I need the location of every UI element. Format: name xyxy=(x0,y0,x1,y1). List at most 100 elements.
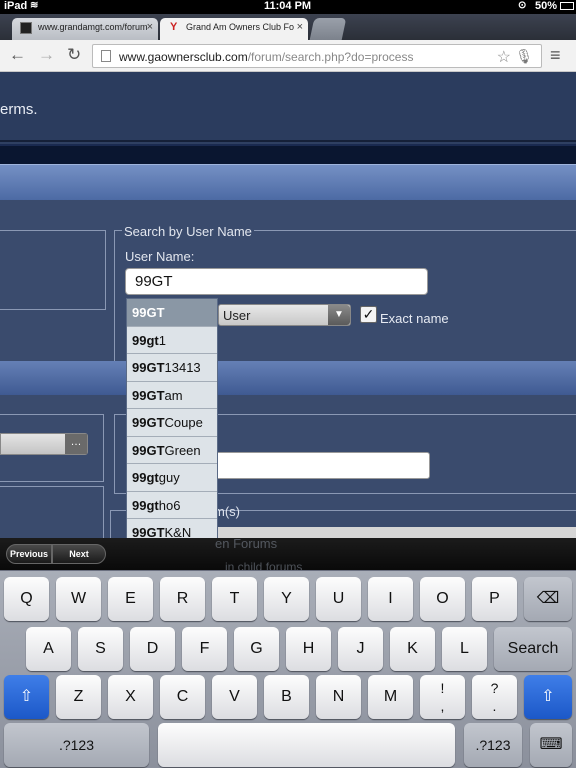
tab-gaownersclub[interactable]: Y Grand Am Owners Club Fo × xyxy=(160,18,308,40)
autocomplete-item[interactable]: 99GTCoupe xyxy=(127,409,217,437)
key-c[interactable]: C xyxy=(160,675,205,719)
key-r[interactable]: R xyxy=(160,577,205,621)
fieldset-left-3 xyxy=(0,486,104,538)
close-tab-icon[interactable]: × xyxy=(297,21,303,33)
shift-key-right[interactable]: ⇧ xyxy=(524,675,572,719)
user-type-select[interactable]: User ▼ xyxy=(218,304,351,326)
key-f[interactable]: F xyxy=(182,627,227,671)
shift-icon: ⇧ xyxy=(541,688,555,705)
fieldset-left xyxy=(0,230,106,310)
key-y[interactable]: Y xyxy=(264,577,309,621)
url-path: /forum/search.php?do=process xyxy=(247,50,414,64)
on-screen-keyboard: Q W E R T Y U I O P ⌫ A S D F G H J K L … xyxy=(0,570,576,768)
more-icon: … xyxy=(65,434,87,454)
page-icon xyxy=(101,50,111,62)
user-name-input[interactable]: 99GT xyxy=(125,268,428,295)
exact-name-label: Exact name xyxy=(380,311,449,326)
search-key[interactable]: Search xyxy=(494,627,572,671)
key-question-period[interactable]: ? . xyxy=(472,675,517,719)
device-name: iPad xyxy=(4,0,28,12)
page-banner: erms. xyxy=(0,72,576,142)
battery-percent: 50% xyxy=(535,0,558,12)
autocomplete-item[interactable]: 99gt1 xyxy=(127,327,217,354)
key-u[interactable]: U xyxy=(316,577,361,621)
search-by-user-legend: Search by User Name xyxy=(122,224,254,239)
status-bar: iPad ≋ 11:04 PM ⊙ 50% xyxy=(0,0,576,14)
section-header-bar xyxy=(0,164,576,200)
tab-title: www.grandamgt.com/forum xyxy=(38,22,148,32)
key-g[interactable]: G xyxy=(234,627,279,671)
address-bar[interactable]: www.gaownersclub.com/forum/search.php?do… xyxy=(92,44,542,68)
user-type-value: User xyxy=(223,308,251,323)
key-e[interactable]: E xyxy=(108,577,153,621)
key-q[interactable]: Q xyxy=(4,577,49,621)
autocomplete-item[interactable]: 99GTam xyxy=(127,382,217,409)
text-input[interactable] xyxy=(214,452,430,479)
key-o[interactable]: O xyxy=(420,577,465,621)
key-h[interactable]: H xyxy=(286,627,331,671)
key-n[interactable]: N xyxy=(316,675,361,719)
autocomplete-item[interactable]: 99GT xyxy=(127,299,217,327)
key-t[interactable]: T xyxy=(212,577,257,621)
autocomplete-item[interactable]: 99gtho6 xyxy=(127,492,217,519)
left-select[interactable]: … xyxy=(0,433,88,455)
previous-button[interactable]: Previous xyxy=(6,544,52,564)
next-button[interactable]: Next xyxy=(52,544,106,564)
shift-icon: ⇧ xyxy=(19,688,34,705)
menu-icon[interactable]: ≡ xyxy=(550,45,561,65)
autocomplete-item[interactable]: 99GTGreen xyxy=(127,437,217,464)
ghost-text: en Forums xyxy=(215,536,278,551)
keyboard-hide-icon: ⌨ xyxy=(539,736,563,753)
key-k[interactable]: K xyxy=(390,627,435,671)
microphone-icon[interactable]: 🎙 xyxy=(515,48,533,65)
terms-text: erms. xyxy=(0,101,38,118)
clock: 11:04 PM xyxy=(264,0,312,12)
key-v[interactable]: V xyxy=(212,675,257,719)
autocomplete-item[interactable]: 99GTK&N xyxy=(127,519,217,538)
autocomplete-item[interactable]: 99GT13413 xyxy=(127,354,217,382)
autocomplete-list: 99GT 99gt1 99GT13413 99GTam 99GTCoupe 99… xyxy=(126,298,218,538)
form-assistant-bar: en Forums in child forums Previous Next xyxy=(0,536,576,574)
key-b[interactable]: B xyxy=(264,675,309,719)
wifi-icon: ≋ xyxy=(30,0,39,11)
key-d[interactable]: D xyxy=(130,627,175,671)
autocomplete-item[interactable]: 99gtguy xyxy=(127,464,217,492)
browser-toolbar: ← → ↻ www.gaownersclub.com/forum/search.… xyxy=(0,40,576,72)
user-name-label: User Name: xyxy=(125,249,195,264)
hide-keyboard-key[interactable]: ⌨ xyxy=(530,723,572,767)
site-favicon-icon: Y xyxy=(170,21,178,33)
tab-title: Grand Am Owners Club Fo xyxy=(186,22,295,32)
numbers-key-right[interactable]: .?123 xyxy=(464,723,522,767)
key-l[interactable]: L xyxy=(442,627,487,671)
numbers-key-left[interactable]: .?123 xyxy=(4,723,149,767)
url-host: www.gaownersclub.com xyxy=(119,50,248,64)
chevron-down-icon: ▼ xyxy=(328,305,350,325)
tab-grandamgt[interactable]: www.grandamgt.com/forum × xyxy=(12,18,158,40)
key-z[interactable]: Z xyxy=(56,675,101,719)
key-m[interactable]: M xyxy=(368,675,413,719)
space-bar[interactable] xyxy=(158,723,455,767)
key-s[interactable]: S xyxy=(78,627,123,671)
site-favicon-icon xyxy=(20,22,32,34)
section-header-bar-2 xyxy=(0,361,576,395)
back-arrow-icon[interactable]: ← xyxy=(9,45,26,65)
key-i[interactable]: I xyxy=(368,577,413,621)
backspace-icon: ⌫ xyxy=(536,590,560,607)
key-w[interactable]: W xyxy=(56,577,101,621)
reload-icon[interactable]: ↻ xyxy=(67,45,81,65)
key-p[interactable]: P xyxy=(472,577,517,621)
forward-arrow-icon[interactable]: → xyxy=(38,45,55,65)
key-x[interactable]: X xyxy=(108,675,153,719)
key-j[interactable]: J xyxy=(338,627,383,671)
close-tab-icon[interactable]: × xyxy=(147,21,153,33)
shift-key-left[interactable]: ⇧ xyxy=(4,675,49,719)
star-icon[interactable]: ☆ xyxy=(497,47,511,67)
tab-strip: www.grandamgt.com/forum × Y Grand Am Own… xyxy=(0,14,576,40)
key-exclaim-comma[interactable]: ! , xyxy=(420,675,465,719)
new-tab-button[interactable] xyxy=(309,18,347,40)
key-a[interactable]: A xyxy=(26,627,71,671)
orientation-lock-icon: ⊙ xyxy=(518,0,527,11)
web-content: erms. Search by User Name User Name: 99G… xyxy=(0,72,576,538)
backspace-key[interactable]: ⌫ xyxy=(524,577,572,621)
exact-name-checkbox[interactable]: ✓ xyxy=(360,306,377,323)
